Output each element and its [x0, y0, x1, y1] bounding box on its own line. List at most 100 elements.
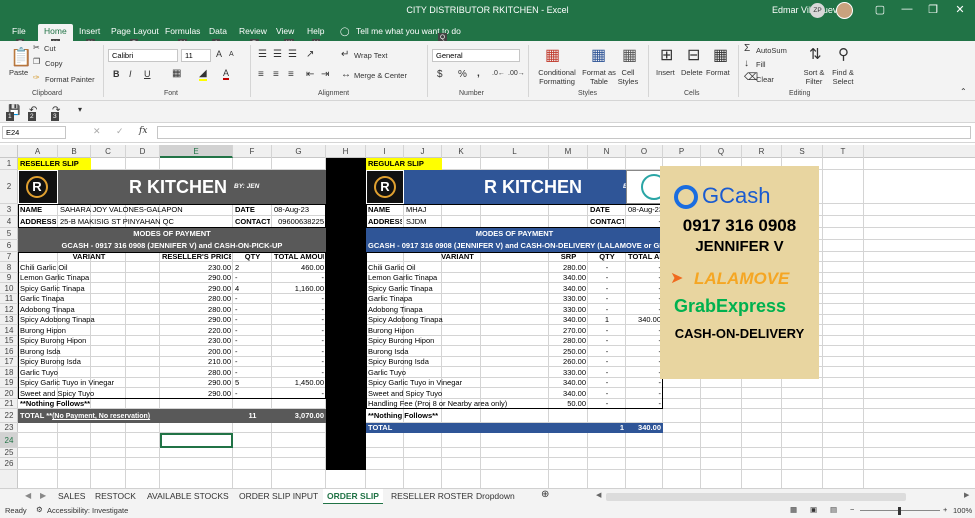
sort-filter-icon[interactable]: ⇅ [809, 45, 822, 63]
row-header-7[interactable]: 7 [0, 252, 18, 262]
row-header-19[interactable]: 19 [0, 378, 18, 388]
select-all-corner[interactable] [0, 145, 18, 158]
row-header-21[interactable]: 21 [0, 399, 18, 409]
font-color-icon[interactable]: A [223, 68, 230, 80]
sort-filter-button[interactable]: Sort & Filter [800, 68, 828, 86]
column-header-h[interactable]: H [326, 145, 366, 158]
tab-formulas[interactable]: Formulas [165, 26, 200, 36]
column-header-l[interactable]: L [481, 145, 549, 158]
new-sheet-icon[interactable]: ⊕ [541, 489, 549, 500]
sheet-tab-dropdown[interactable]: Dropdown [476, 491, 515, 501]
increase-decimal-icon[interactable]: .0← [492, 70, 505, 77]
formula-input[interactable] [157, 126, 971, 139]
cell-styles-icon[interactable]: ▦ [622, 45, 637, 65]
wrap-text-button[interactable]: Wrap Text [354, 51, 388, 60]
selected-cell-e24[interactable] [160, 433, 233, 448]
bold-button[interactable]: B [113, 69, 120, 79]
row-header-3[interactable]: 3 [0, 204, 18, 216]
column-header-a[interactable]: A [18, 145, 58, 158]
format-cells-button[interactable]: Format [706, 68, 730, 77]
hscroll-left-icon[interactable]: ◀ [596, 491, 601, 499]
close-button[interactable]: ✕ [950, 3, 970, 16]
row-header-1[interactable]: 1 [0, 158, 18, 170]
sheet-tab-reseller-roster[interactable]: RESELLER ROSTER [391, 491, 473, 501]
clear-button[interactable]: Clear [756, 75, 774, 84]
row-header-14[interactable]: 14 [0, 325, 18, 336]
row-header-16[interactable]: 16 [0, 346, 18, 357]
page-layout-view-icon[interactable]: ▣ [810, 505, 817, 514]
align-right-icon[interactable]: ≡ [288, 69, 294, 80]
merge-center-icon[interactable]: ↔ [341, 69, 351, 80]
format-painter-button[interactable]: Format Painter [45, 75, 95, 84]
next-sheet-icon[interactable]: ▶ [40, 491, 46, 500]
zoom-slider-thumb[interactable] [898, 507, 901, 515]
row-header-12[interactable]: 12 [0, 304, 18, 315]
tab-file[interactable]: File [12, 26, 26, 36]
page-break-view-icon[interactable]: ▤ [830, 505, 837, 514]
find-select-button[interactable]: Find & Select [828, 68, 858, 86]
autosum-icon[interactable]: Σ [744, 43, 750, 54]
minimize-button[interactable]: — [897, 3, 917, 15]
grow-font-icon[interactable]: A [216, 49, 222, 59]
conditional-formatting-icon[interactable]: ▦ [545, 45, 560, 65]
row-header-25[interactable]: 25 [0, 448, 18, 458]
cell-styles-button[interactable]: Cell Styles [614, 68, 642, 86]
column-header-b[interactable]: B [58, 145, 91, 158]
row-header-9[interactable]: 9 [0, 273, 18, 283]
column-header-i[interactable]: I [366, 145, 404, 158]
name-box[interactable]: E24 [2, 126, 66, 139]
normal-view-icon[interactable]: ▦ [790, 505, 797, 514]
conditional-formatting-button[interactable]: Conditional Formatting [534, 68, 580, 86]
row-header-24[interactable]: 24 [0, 433, 18, 448]
autosum-button[interactable]: AutoSum [756, 46, 787, 55]
row-header-20[interactable]: 20 [0, 388, 18, 399]
prev-sheet-icon[interactable]: ◀ [25, 491, 31, 500]
row-header-17[interactable]: 17 [0, 357, 18, 367]
row-header-8[interactable]: 8 [0, 262, 18, 273]
row-header-2[interactable]: 2 [0, 170, 18, 204]
horizontal-scrollbar[interactable] [606, 493, 906, 501]
delete-cells-icon[interactable]: ⊟ [687, 45, 700, 65]
row-header-26[interactable]: 26 [0, 458, 18, 470]
customize-qat-icon[interactable]: ▾ [78, 105, 82, 114]
column-header-k[interactable]: K [442, 145, 481, 158]
align-top-icon[interactable]: ☰ [258, 49, 267, 60]
hscroll-right-icon[interactable]: ▶ [964, 491, 969, 499]
tab-view[interactable]: View [276, 26, 294, 36]
decrease-decimal-icon[interactable]: .00→ [508, 70, 525, 77]
confirm-entry-icon[interactable]: ✓ [116, 126, 124, 137]
column-header-t[interactable]: T [823, 145, 864, 158]
user-initials-avatar[interactable]: ZP [810, 3, 825, 18]
sheet-tab-order-slip-input[interactable]: ORDER SLIP INPUT [239, 491, 318, 501]
format-painter-icon[interactable]: ✑ [33, 73, 40, 82]
increase-indent-icon[interactable]: ⇥ [321, 69, 329, 80]
column-header-e[interactable]: E [160, 145, 233, 158]
restore-button[interactable]: ❐ [923, 3, 943, 16]
delete-cells-button[interactable]: Delete [681, 68, 703, 77]
column-header-r[interactable]: R [742, 145, 782, 158]
align-bottom-icon[interactable]: ☰ [288, 49, 297, 60]
format-as-table-button[interactable]: Format as Table [579, 68, 619, 86]
worksheet-grid[interactable]: RESELLER SLIP R R KITCHEN BY: JEN NAME SAHARA… [18, 158, 975, 488]
row-header-22[interactable]: 22 [0, 409, 18, 423]
shrink-font-icon[interactable]: A [229, 51, 234, 58]
insert-function-icon[interactable]: fx [139, 126, 147, 136]
font-size-select[interactable]: 11 [181, 49, 211, 62]
sheet-tab-sales[interactable]: SALES [58, 491, 85, 501]
row-header-5[interactable]: 5 [0, 228, 18, 240]
currency-icon[interactable]: $ [437, 69, 443, 80]
format-as-table-icon[interactable]: ▦ [591, 45, 606, 65]
paste-icon[interactable]: 📋 [10, 47, 32, 68]
column-header-j[interactable]: J [404, 145, 442, 158]
percent-icon[interactable]: % [458, 69, 467, 80]
zoom-level[interactable]: 100% [953, 506, 972, 515]
copy-icon[interactable]: ❐ [33, 57, 40, 66]
row-header-13[interactable]: 13 [0, 315, 18, 325]
wrap-text-icon[interactable]: ↵ [341, 49, 349, 60]
zoom-in-icon[interactable]: + [943, 505, 947, 514]
collapse-ribbon-icon[interactable]: ⌃ [960, 87, 967, 96]
format-cells-icon[interactable]: ▦ [713, 45, 728, 65]
decrease-indent-icon[interactable]: ⇤ [306, 69, 314, 80]
number-format-select[interactable]: General [432, 49, 520, 62]
column-header-m[interactable]: M [549, 145, 588, 158]
